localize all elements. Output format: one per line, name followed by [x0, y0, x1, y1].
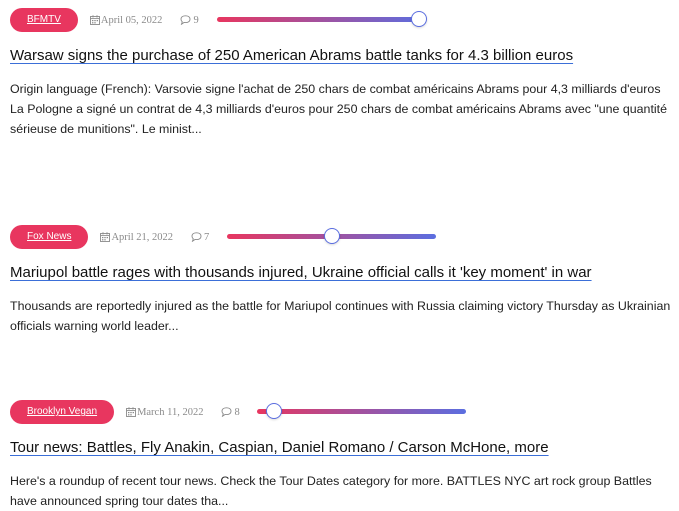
comment-count: 8 — [221, 406, 240, 418]
article-title-link[interactable]: Warsaw signs the purchase of 250 America… — [10, 46, 675, 66]
excerpt-line: Thousands are reportedly injured as the … — [10, 299, 671, 333]
article-card: Fox News April 21, 2022 7 Mariupol battl… — [10, 225, 675, 336]
calendar-icon — [126, 407, 137, 417]
article-title-link[interactable]: Tour news: Battles, Fly Anakin, Caspian,… — [10, 438, 675, 458]
article-meta: BFMTV April 05, 2022 9 — [10, 8, 675, 32]
article-meta: Fox News April 21, 2022 7 — [10, 225, 675, 249]
comment-count-text: 9 — [193, 14, 199, 26]
slider-thumb[interactable] — [265, 403, 282, 419]
comment-count: 7 — [191, 232, 209, 243]
article-card: BFMTV April 05, 2022 9 Warsaw signs the … — [10, 8, 675, 139]
comment-count: 9 — [180, 14, 199, 26]
comment-icon — [180, 15, 191, 25]
calendar-icon — [89, 15, 100, 25]
date-text: April 05, 2022 — [100, 14, 163, 26]
relevance-slider[interactable] — [227, 227, 436, 247]
slider-track[interactable] — [217, 17, 425, 22]
comment-icon — [191, 232, 202, 242]
excerpt-line: La Pologne a signé un contrat de 4,3 mil… — [10, 102, 667, 136]
comment-count-text: 7 — [204, 231, 210, 243]
news-feed: BFMTV April 05, 2022 9 Warsaw signs the … — [0, 0, 679, 511]
excerpt-line: Origin language (French): Varsovie signe… — [10, 82, 661, 96]
slider-track[interactable] — [257, 409, 466, 414]
excerpt-line: Here's a roundup of recent tour news. Ch… — [10, 474, 652, 508]
date-text: April 21, 2022 — [111, 231, 173, 243]
article-meta: Brooklyn Vegan March 11, 2022 8 — [10, 400, 675, 424]
article-excerpt: Origin language (French): Varsovie signe… — [10, 79, 675, 139]
source-badge[interactable]: BFMTV — [10, 8, 78, 32]
relevance-slider[interactable] — [257, 402, 466, 422]
comment-count-text: 8 — [234, 406, 240, 418]
source-badge[interactable]: Fox News — [10, 225, 89, 249]
article-card: Brooklyn Vegan March 11, 2022 8 Tour new… — [10, 400, 675, 511]
article-date: April 05, 2022 — [89, 14, 163, 26]
article-title-link[interactable]: Mariupol battle rages with thousands inj… — [10, 263, 675, 283]
relevance-slider[interactable] — [217, 10, 427, 30]
article-excerpt: Here's a roundup of recent tour news. Ch… — [10, 471, 675, 511]
date-text: March 11, 2022 — [137, 406, 204, 418]
comment-icon — [222, 407, 232, 417]
article-date: April 21, 2022 — [100, 232, 173, 243]
article-date: March 11, 2022 — [126, 407, 203, 418]
article-excerpt: Thousands are reportedly injured as the … — [10, 296, 675, 336]
source-badge[interactable]: Brooklyn Vegan — [10, 400, 115, 424]
slider-thumb[interactable] — [323, 228, 340, 244]
slider-thumb[interactable] — [410, 11, 427, 27]
calendar-icon — [100, 232, 111, 242]
